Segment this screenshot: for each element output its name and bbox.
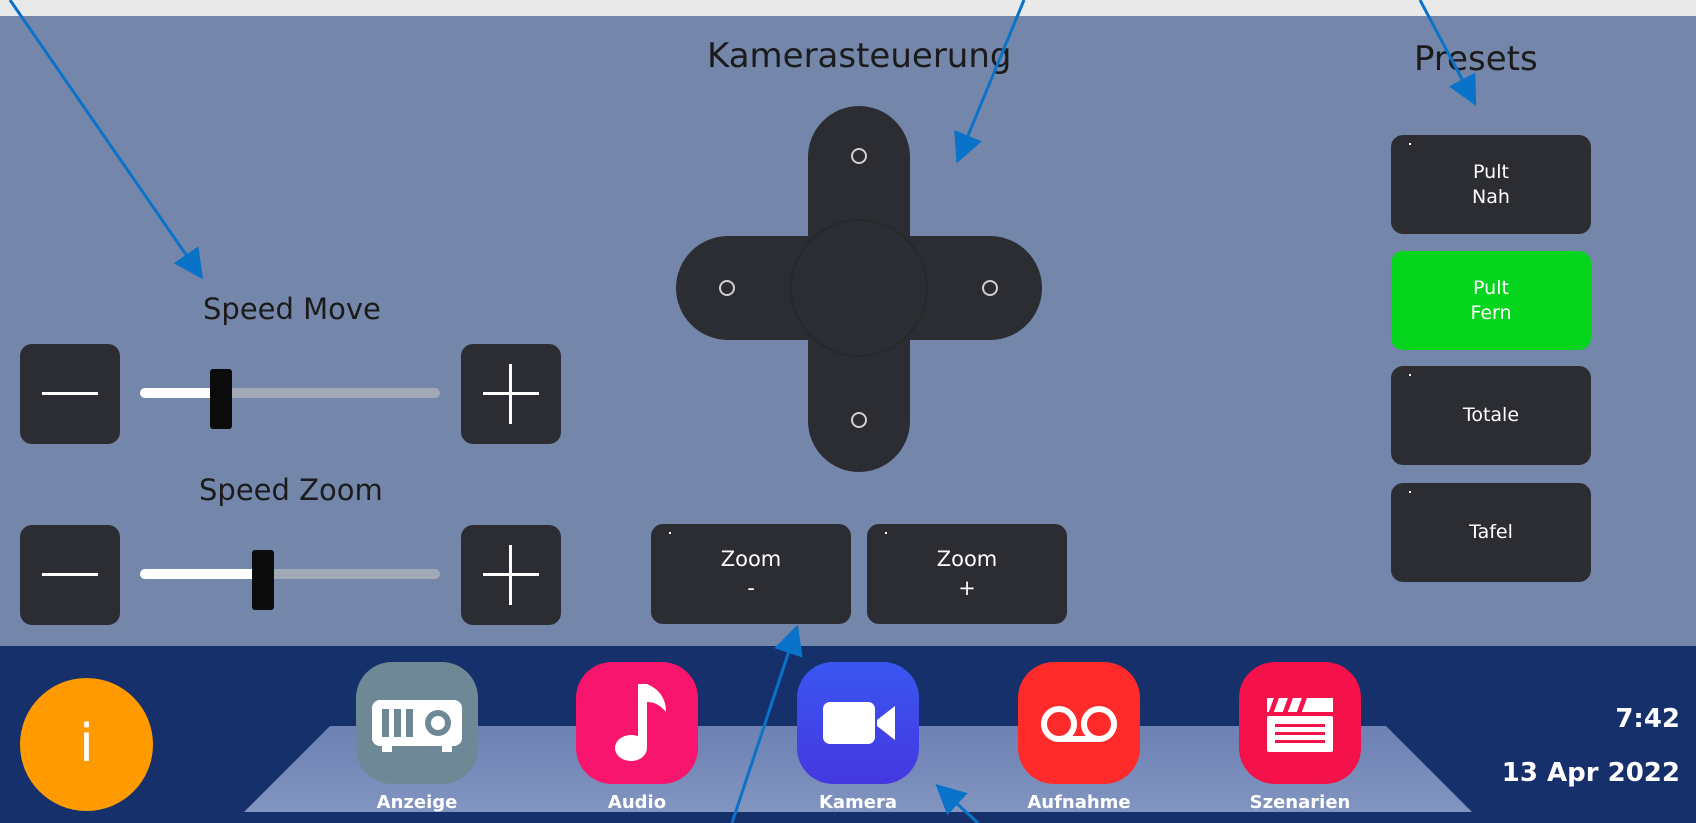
dpad-center-button[interactable] — [790, 219, 928, 357]
zoom-in-label: Zoom — [936, 547, 998, 571]
zoom-in-button[interactable]: Zoom + — [867, 524, 1067, 624]
speed-zoom-slider-fill — [140, 569, 263, 579]
camera-direction-pad — [676, 106, 1042, 472]
app-anzeige-tile[interactable] — [356, 662, 478, 784]
preset-pult-fern-button[interactable]: Pult Fern — [1391, 251, 1591, 350]
preset-label-line1: Pult — [1473, 160, 1509, 183]
minus-icon — [42, 392, 98, 395]
preset-label-line1: Tafel — [1469, 521, 1513, 543]
speed-zoom-increase-button[interactable] — [461, 525, 561, 625]
preset-label-line2: Nah — [1472, 185, 1510, 208]
zoom-out-sign: - — [747, 576, 755, 600]
clock-time: 7:42 — [1615, 704, 1680, 734]
speed-move-slider-fill — [140, 388, 221, 398]
app-kamera-tile[interactable] — [797, 662, 919, 784]
zoom-out-label: Zoom — [720, 547, 782, 571]
preset-pult-nah-button[interactable]: Pult Nah — [1391, 135, 1591, 234]
zoom-out-button[interactable]: Zoom - — [651, 524, 851, 624]
clock-date: 13 Apr 2022 — [1501, 758, 1680, 788]
app-szenarien-label: Szenarien — [1249, 792, 1351, 813]
app-aufnahme-tile[interactable] — [1018, 662, 1140, 784]
preset-tafel-button[interactable]: Tafel — [1391, 483, 1591, 582]
speed-zoom-label: Speed Zoom — [199, 473, 383, 507]
speed-move-label: Speed Move — [203, 292, 381, 326]
info-button[interactable]: i — [20, 678, 153, 811]
video-camera-icon — [823, 702, 895, 744]
preset-label-line1: Totale — [1462, 404, 1520, 426]
touch-panel-screen: Kamerasteuerung Presets Speed Move Speed… — [0, 0, 1696, 823]
projector-icon — [372, 700, 462, 752]
app-audio-label: Audio — [607, 792, 667, 813]
app-kamera-label: Kamera — [818, 792, 898, 813]
camera-control-title: Kamerasteuerung — [707, 36, 1012, 76]
minus-icon — [42, 573, 98, 576]
app-szenarien-tile[interactable] — [1239, 662, 1361, 784]
speed-zoom-decrease-button[interactable] — [20, 525, 120, 625]
speed-zoom-slider-thumb[interactable] — [252, 550, 274, 610]
clapperboard-icon — [1254, 698, 1333, 752]
app-audio-tile[interactable] — [576, 662, 698, 784]
presets-title: Presets — [1414, 39, 1538, 79]
music-note-icon — [615, 684, 666, 761]
app-anzeige-label: Anzeige — [376, 792, 458, 813]
preset-totale-button[interactable]: Totale — [1391, 366, 1591, 465]
speed-move-slider[interactable] — [140, 369, 440, 429]
zoom-in-sign: + — [958, 576, 976, 600]
app-aufnahme-label: Aufnahme — [1027, 792, 1131, 813]
speed-move-slider-thumb[interactable] — [210, 369, 232, 429]
speed-zoom-slider[interactable] — [140, 550, 440, 610]
preset-label-line1: Pult — [1473, 276, 1509, 299]
preset-label-line2: Fern — [1470, 301, 1512, 324]
speed-move-decrease-button[interactable] — [20, 344, 120, 444]
voicemail-icon — [1041, 706, 1117, 742]
speed-move-increase-button[interactable] — [461, 344, 561, 444]
info-icon: i — [79, 714, 94, 774]
